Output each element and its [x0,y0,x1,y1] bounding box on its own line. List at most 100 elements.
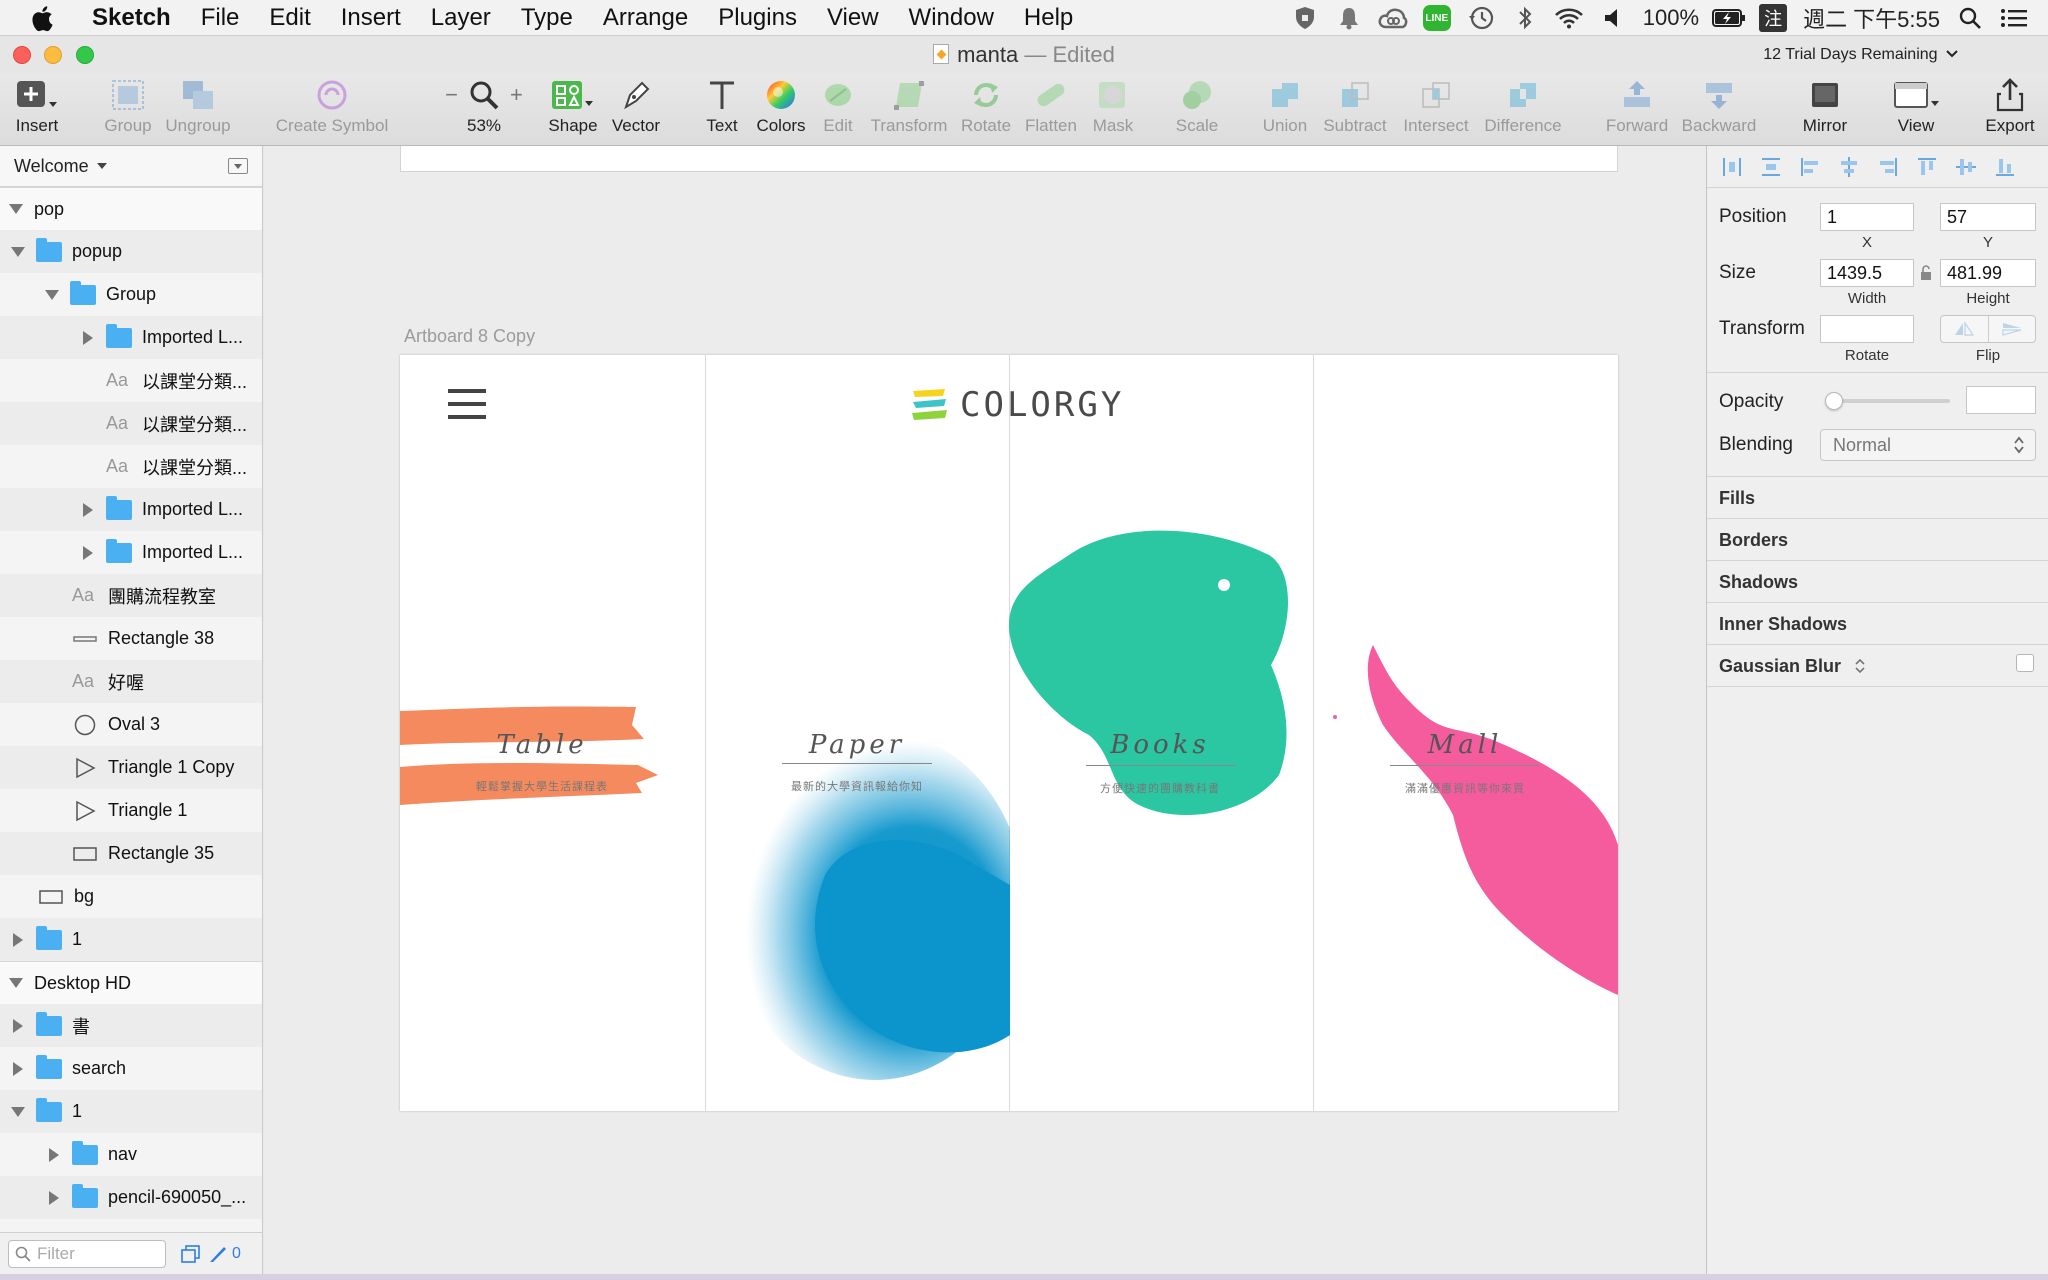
layer-row-nav[interactable]: nav [0,1133,262,1176]
backward-button[interactable]: Backward [1681,74,1757,146]
position-y-input[interactable] [1940,203,2036,231]
category-title-mall[interactable]: Mall [1355,730,1575,760]
opacity-slider-knob[interactable] [1825,392,1843,410]
shield-icon[interactable] [1283,0,1327,36]
scale-button[interactable]: Scale [1174,74,1220,146]
mirror-button[interactable]: Mirror [1800,74,1850,146]
menu-file[interactable]: File [186,4,255,32]
layer-row-pop[interactable]: pop [0,187,262,230]
layer-row-books[interactable]: 書 [0,1004,262,1047]
artboard-8-copy[interactable]: COLORGY Table 輕鬆掌握大學生活課程表 Paper 最新的大學資訊報… [400,355,1618,1111]
width-input[interactable] [1820,259,1914,287]
battery-charging-icon[interactable] [1707,0,1751,36]
distribute-horizontal-icon[interactable] [1721,156,1743,178]
disclosure-open-icon[interactable] [8,975,24,991]
union-button[interactable]: Union [1260,74,1310,146]
create-symbol-button[interactable]: Create Symbol [274,74,390,146]
zoom-out-button[interactable]: − [445,82,458,108]
zoom-in-button[interactable]: + [510,82,523,108]
layer-row-imported-3[interactable]: Imported L... [0,531,262,574]
category-title-paper[interactable]: Paper [747,730,967,760]
menu-view[interactable]: View [812,4,894,32]
mask-button[interactable]: Mask [1090,74,1136,146]
page-selector[interactable]: Welcome [0,146,262,187]
group-button[interactable]: Group [103,74,153,146]
category-title-table[interactable]: Table [432,730,652,760]
disclosure-open-icon[interactable] [44,287,60,303]
zoom-magnifier-icon[interactable] [468,79,500,111]
transform-button[interactable]: Transform [868,74,950,146]
input-method-icon[interactable]: 注 [1751,0,1795,36]
text-button[interactable]: Text [700,74,744,146]
menu-arrange[interactable]: Arrange [588,4,703,32]
difference-button[interactable]: Difference [1481,74,1565,146]
artboard-above[interactable] [400,146,1618,172]
align-middle-vertical-icon[interactable] [1955,156,1977,178]
disclosure-closed-icon[interactable] [80,330,96,346]
align-left-icon[interactable] [1799,156,1821,178]
layer-row-group[interactable]: Group [0,273,262,316]
flatten-button[interactable]: Flatten [1023,74,1079,146]
category-title-books[interactable]: Books [1050,730,1270,760]
disclosure-open-icon[interactable] [10,1104,26,1120]
disclosure-closed-icon[interactable] [46,1147,62,1163]
disclosure-open-icon[interactable] [10,244,26,260]
position-x-input[interactable] [1820,203,1914,231]
disclosure-closed-icon[interactable] [10,932,26,948]
layer-row-oval-3[interactable]: Oval 3 [0,703,262,746]
gaussian-blur-section[interactable]: Gaussian Blur [1719,656,1866,677]
layer-row-text-2[interactable]: Aa 以課堂分類... [0,402,262,445]
layer-row-pencil[interactable]: pencil-690050_... [0,1176,262,1219]
colors-button[interactable]: Colors [753,74,809,146]
layer-row-imported-2[interactable]: Imported L... [0,488,262,531]
menu-type[interactable]: Type [506,4,588,32]
subtract-button[interactable]: Subtract [1319,74,1391,146]
gaussian-blur-checkbox[interactable] [2016,654,2034,672]
menu-help[interactable]: Help [1009,4,1088,32]
layer-row-rectangle-38[interactable]: Rectangle 38 [0,617,262,660]
layer-filter-input[interactable]: Filter [8,1239,166,1268]
canvas[interactable]: Artboard 8 Copy COLORGY Table 輕鬆掌握大學生活課程… [264,146,1706,1274]
layer-row-haoo-text[interactable]: Aa 好喔 [0,660,262,703]
distribute-vertical-icon[interactable] [1760,156,1782,178]
layer-row-text-1[interactable]: Aa 以課堂分類... [0,359,262,402]
lock-ratio-icon[interactable] [1920,265,1932,286]
flip-horizontal-icon[interactable] [1941,316,1989,342]
shadows-section[interactable]: Shadows [1719,572,1798,593]
disclosure-closed-icon[interactable] [10,1061,26,1077]
disclosure-closed-icon[interactable] [80,545,96,561]
artboard-title[interactable]: Artboard 8 Copy [404,326,535,347]
layer-row-imported-1[interactable]: Imported L... [0,316,262,359]
opacity-input[interactable] [1966,386,2036,414]
creative-cloud-icon[interactable] [1371,0,1415,36]
align-right-icon[interactable] [1877,156,1899,178]
notification-bell-icon[interactable] [1327,0,1371,36]
blur-type-stepper-icon[interactable] [1854,657,1866,675]
export-button[interactable]: Export [1982,74,2038,146]
vector-button[interactable]: Vector [609,74,663,146]
rotate-input[interactable] [1820,315,1914,343]
symbols-filter-icon[interactable] [180,1244,202,1264]
document-name[interactable]: manta [957,42,1018,67]
layer-row-rectangle-35[interactable]: Rectangle 35 [0,832,262,875]
menu-insert[interactable]: Insert [326,4,416,32]
blending-select[interactable]: Normal [1820,429,2036,461]
volume-icon[interactable] [1591,0,1635,36]
menu-layer[interactable]: Layer [416,4,506,32]
borders-section[interactable]: Borders [1719,530,1788,551]
layer-row-1[interactable]: 1 [0,918,262,961]
menu-edit[interactable]: Edit [254,4,325,32]
collapse-layers-icon[interactable] [228,158,248,174]
bluetooth-icon[interactable] [1503,0,1547,36]
ungroup-button[interactable]: Ungroup [163,74,233,146]
rotate-button[interactable]: Rotate [960,74,1012,146]
align-bottom-icon[interactable] [1994,156,2016,178]
inner-shadows-section[interactable]: Inner Shadows [1719,614,1847,635]
menubar-clock[interactable]: 週二 下午5:55 [1795,2,1948,34]
align-top-icon[interactable] [1916,156,1938,178]
layer-row-triangle-1[interactable]: Triangle 1 [0,789,262,832]
forward-button[interactable]: Forward [1605,74,1669,146]
layer-row-popup[interactable]: popup [0,230,262,273]
layer-row-text-3[interactable]: Aa 以課堂分類... [0,445,262,488]
apple-menu-icon[interactable] [32,4,60,32]
